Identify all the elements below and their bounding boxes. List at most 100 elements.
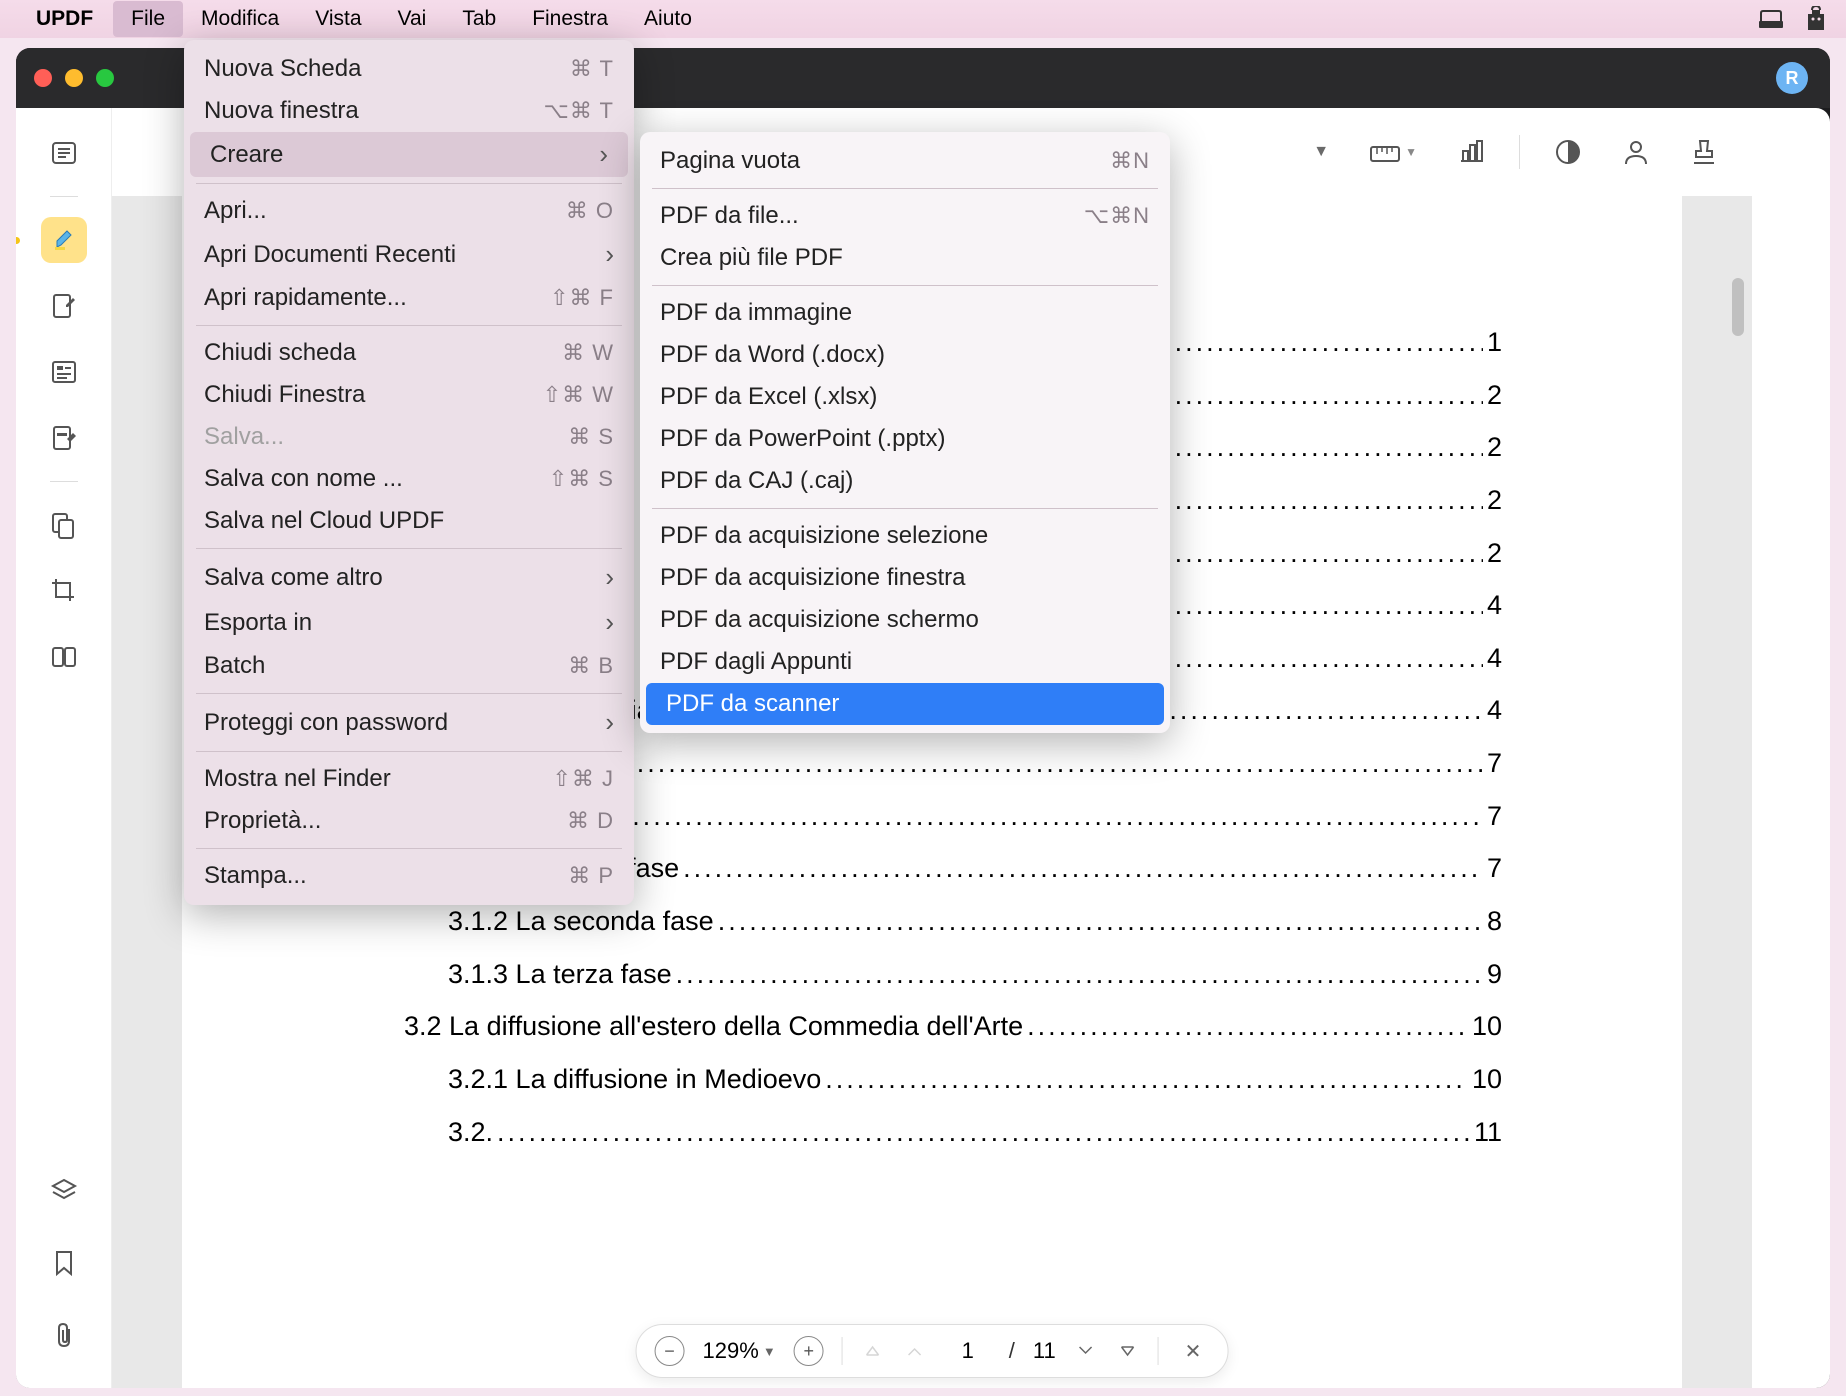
user-avatar[interactable]: R [1776, 62, 1808, 94]
tool-bookmark[interactable] [41, 1240, 87, 1286]
menu-item[interactable]: Nuova finestra⌥⌘ T [184, 90, 634, 132]
submenu-item-label: PDF da immagine [660, 299, 1150, 327]
tool-crop[interactable] [41, 568, 87, 614]
menu-edit[interactable]: Modifica [183, 1, 297, 37]
submenu-item[interactable]: PDF da scanner [646, 683, 1164, 725]
toolbar-dropdown[interactable]: ▼ [1307, 137, 1335, 167]
file-menu-dropdown: Nuova Scheda⌘ TNuova finestra⌥⌘ TCreare›… [184, 40, 634, 905]
menu-separator [196, 325, 622, 326]
menu-item-label: Esporta in [204, 609, 575, 637]
submenu-item-label: PDF da Excel (.xlsx) [660, 383, 1150, 411]
menu-item[interactable]: Nuova Scheda⌘ T [184, 48, 634, 90]
submenu-item-label: Crea più file PDF [660, 244, 1150, 272]
toolbar-person[interactable] [1616, 132, 1656, 172]
toolbar-chart[interactable] [1451, 133, 1491, 171]
menu-item[interactable]: Salva con nome ...⇧⌘ S [184, 458, 634, 500]
toc-page: 4 [1483, 632, 1502, 685]
menu-tab[interactable]: Tab [444, 1, 514, 37]
menubar-tray-icon-1[interactable] [1758, 9, 1784, 29]
submenu-item[interactable]: PDF da acquisizione schermo [640, 599, 1170, 641]
current-page-input[interactable] [945, 1338, 991, 1364]
submenu-item[interactable]: PDF da acquisizione finestra [640, 557, 1170, 599]
menu-item[interactable]: Esporta in› [184, 600, 634, 645]
menu-file[interactable]: File [113, 1, 183, 37]
toolbar-display[interactable] [1548, 132, 1588, 172]
menu-separator [652, 508, 1158, 509]
next-page-button[interactable] [1074, 1339, 1098, 1363]
menu-item[interactable]: Proteggi con password› [184, 700, 634, 745]
submenu-item[interactable]: Crea più file PDF [640, 237, 1170, 279]
toolbar-measure[interactable]: ▼ [1363, 133, 1423, 171]
zoom-out-button[interactable]: − [655, 1336, 685, 1366]
submenu-item[interactable]: PDF da acquisizione selezione [640, 515, 1170, 557]
submenu-item-label: Pagina vuota [660, 147, 1070, 175]
submenu-item[interactable]: PDF da CAJ (.caj) [640, 460, 1170, 502]
toolbar-stamp[interactable] [1684, 131, 1724, 173]
tool-form[interactable] [41, 349, 87, 395]
menu-go[interactable]: Vai [380, 1, 445, 37]
tool-highlight[interactable] [41, 217, 87, 263]
submenu-item[interactable]: PDF da file...⌥⌘N [640, 195, 1170, 237]
zoom-in-button[interactable]: + [794, 1336, 824, 1366]
menu-item[interactable]: Proprietà...⌘ D [184, 800, 634, 842]
toc-page: 2 [1483, 474, 1502, 527]
minimize-window-button[interactable] [65, 69, 83, 87]
tool-organize[interactable] [41, 502, 87, 548]
menu-help[interactable]: Aiuto [626, 1, 710, 37]
fullscreen-window-button[interactable] [96, 69, 114, 87]
menu-item[interactable]: Chiudi Finestra⇧⌘ W [184, 374, 634, 416]
macos-menubar: UPDF File Modifica Vista Vai Tab Finestr… [0, 0, 1846, 38]
menu-separator [196, 693, 622, 694]
menu-item-label: Batch [204, 652, 528, 680]
close-window-button[interactable] [34, 69, 52, 87]
submenu-item[interactable]: Pagina vuota ⌘N [640, 140, 1170, 182]
submenu-item[interactable]: PDF da PowerPoint (.pptx) [640, 418, 1170, 460]
menu-item-label: Apri... [204, 197, 526, 225]
menu-item[interactable]: Apri rapidamente...⇧⌘ F [184, 277, 634, 319]
menu-item-label: Stampa... [204, 862, 528, 890]
menu-view[interactable]: Vista [297, 1, 379, 37]
tool-redact[interactable] [41, 415, 87, 461]
app-name[interactable]: UPDF [36, 7, 93, 31]
zoom-level[interactable]: 129%▼ [703, 1338, 776, 1364]
menu-separator [196, 548, 622, 549]
chevron-right-icon: › [599, 139, 608, 170]
menubar-tray-icon-2[interactable] [1804, 6, 1828, 32]
submenu-item[interactable]: PDF da Word (.docx) [640, 334, 1170, 376]
tool-compare[interactable] [41, 634, 87, 680]
menu-item[interactable]: Apri...⌘ O [184, 190, 634, 232]
menu-item-label: Chiudi scheda [204, 339, 522, 367]
menu-item[interactable]: Chiudi scheda⌘ W [184, 332, 634, 374]
tool-edit[interactable] [41, 283, 87, 329]
tool-reader[interactable] [41, 130, 87, 176]
menu-item-label: Proteggi con password [204, 709, 575, 737]
tool-layers[interactable] [41, 1168, 87, 1214]
submenu-item-label: PDF da PowerPoint (.pptx) [660, 425, 1150, 453]
chevron-right-icon: › [605, 239, 614, 270]
menu-item[interactable]: Apri Documenti Recenti› [184, 232, 634, 277]
menu-item: Salva...⌘ S [184, 416, 634, 458]
submenu-item[interactable]: PDF dagli Appunti [640, 641, 1170, 683]
tool-attachment[interactable] [41, 1312, 87, 1358]
prev-page-button[interactable] [903, 1339, 927, 1363]
submenu-item-label: PDF da scanner [666, 690, 1144, 718]
submenu-item-shortcut: ⌘N [1110, 148, 1150, 174]
menu-item[interactable]: Salva nel Cloud UPDF [184, 500, 634, 542]
menu-item[interactable]: Creare› [190, 132, 628, 177]
menu-item[interactable]: Batch⌘ B [184, 645, 634, 687]
submenu-item[interactable]: PDF da immagine [640, 292, 1170, 334]
toc-page: 10 [1468, 1000, 1502, 1053]
close-paging-button[interactable]: ✕ [1177, 1335, 1210, 1368]
menu-item[interactable]: Salva come altro› [184, 555, 634, 600]
submenu-item[interactable]: PDF da Excel (.xlsx) [640, 376, 1170, 418]
submenu-item-label: PDF da Word (.docx) [660, 341, 1150, 369]
menu-item-label: Salva nel Cloud UPDF [204, 507, 614, 535]
menu-item[interactable]: Stampa...⌘ P [184, 855, 634, 897]
first-page-button[interactable] [861, 1339, 885, 1363]
scrollbar-thumb[interactable] [1732, 278, 1744, 336]
menu-item[interactable]: Mostra nel Finder⇧⌘ J [184, 758, 634, 800]
menu-item-label: Mostra nel Finder [204, 765, 512, 793]
last-page-button[interactable] [1116, 1339, 1140, 1363]
create-submenu-dropdown: Pagina vuota ⌘N PDF da file...⌥⌘N Crea più … [640, 132, 1170, 733]
menu-window[interactable]: Finestra [514, 1, 626, 37]
